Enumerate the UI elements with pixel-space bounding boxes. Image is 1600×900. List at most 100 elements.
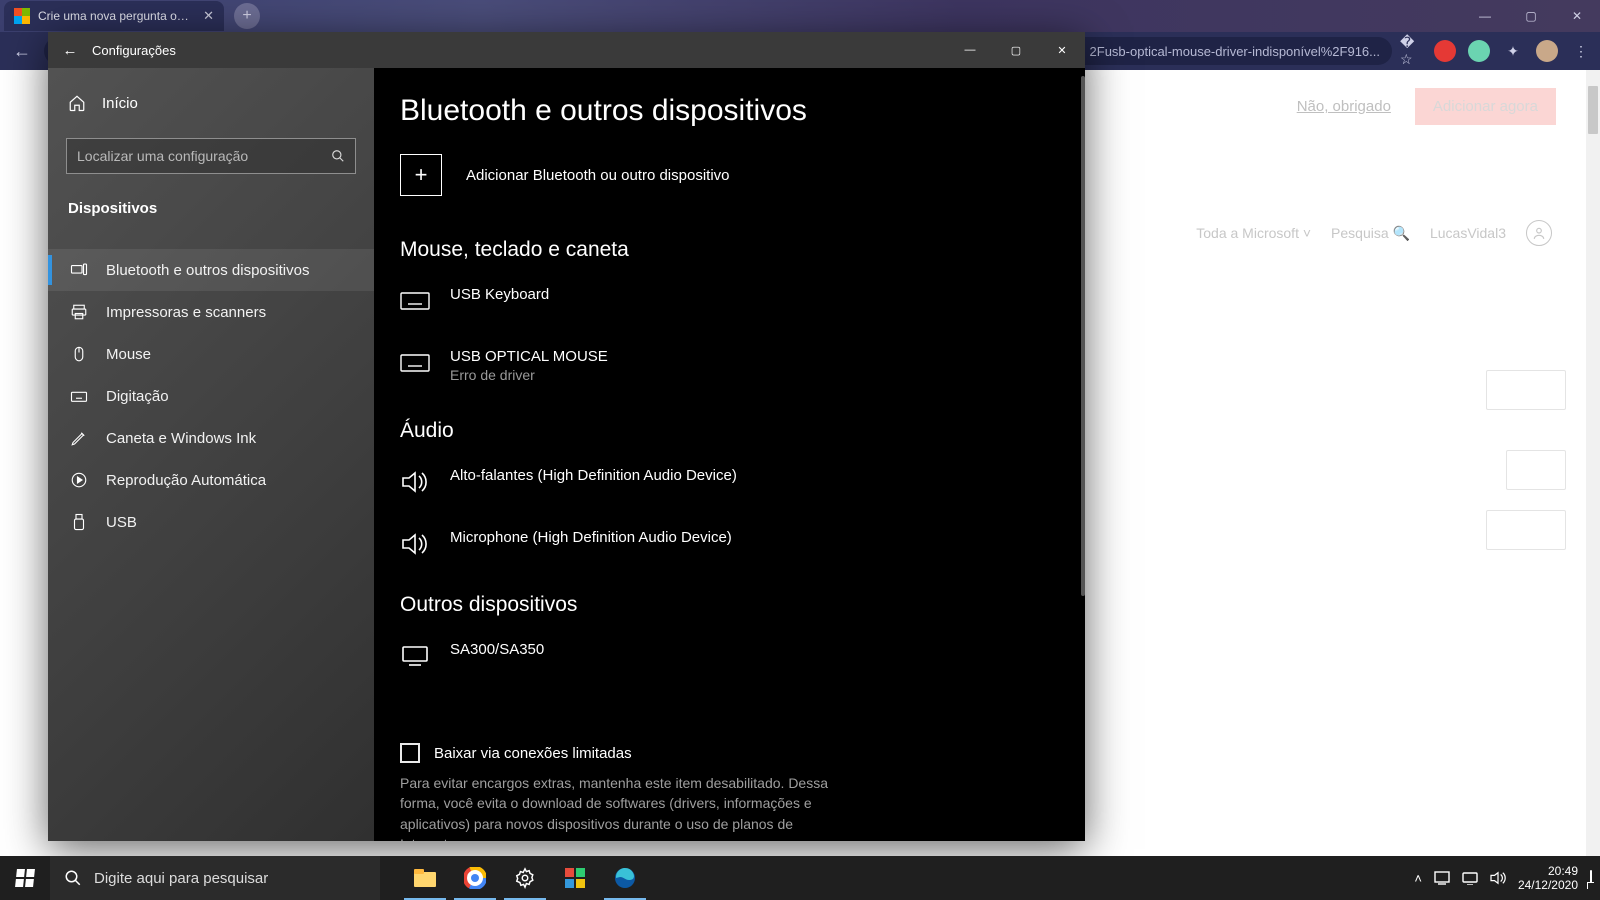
section-input-title: Mouse, teclado e caneta bbox=[400, 238, 1057, 262]
taskbar-apps bbox=[400, 856, 650, 900]
taskbar-app-settings[interactable] bbox=[500, 856, 550, 900]
keyboard-device-icon bbox=[400, 350, 430, 376]
settings-close-button[interactable]: ✕ bbox=[1039, 32, 1085, 68]
extensions-puzzle-icon[interactable]: ✦ bbox=[1502, 40, 1524, 62]
ms-all-dropdown[interactable]: Toda a Microsoft ˅ bbox=[1196, 225, 1311, 241]
browser-minimize-button[interactable]: — bbox=[1462, 0, 1508, 32]
browser-back-button[interactable]: ← bbox=[8, 41, 36, 62]
device-item-monitor[interactable]: SA300/SA350 bbox=[400, 631, 1057, 693]
sidebar-item-label: Mouse bbox=[106, 346, 151, 363]
browser-tab-active[interactable]: Crie uma nova pergunta ou inicia ✕ bbox=[4, 1, 224, 31]
banner-cta-button[interactable]: Adicionar agora bbox=[1415, 88, 1556, 125]
page-ghost-field-1 bbox=[1486, 370, 1566, 410]
taskbar-app-edge[interactable] bbox=[600, 856, 650, 900]
banner-dismiss-link[interactable]: Não, obrigado bbox=[1297, 98, 1391, 115]
tray-chevron-up-icon[interactable]: ˄ bbox=[1414, 871, 1422, 886]
user-avatar-icon[interactable] bbox=[1526, 220, 1552, 246]
browser-tabstrip: Crie uma nova pergunta ou inicia ✕ + — ▢… bbox=[0, 0, 1600, 32]
taskbar-search-placeholder: Digite aqui para pesquisar bbox=[94, 870, 268, 887]
taskbar-app-generic[interactable] bbox=[550, 856, 600, 900]
taskbar-app-chrome[interactable] bbox=[450, 856, 500, 900]
sidebar-item-pen[interactable]: Caneta e Windows Ink bbox=[48, 417, 374, 459]
device-item-mouse[interactable]: USB OPTICAL MOUSE Erro de driver bbox=[400, 338, 1057, 407]
tray-date: 24/12/2020 bbox=[1518, 878, 1578, 892]
section-audio-title: Áudio bbox=[400, 419, 1057, 443]
gear-icon bbox=[514, 867, 536, 889]
device-item-keyboard[interactable]: USB Keyboard bbox=[400, 276, 1057, 338]
sidebar-item-label: Bluetooth e outros dispositivos bbox=[106, 262, 309, 279]
tab-close-icon[interactable]: ✕ bbox=[203, 8, 214, 24]
checkbox-label: Baixar via conexões limitadas bbox=[434, 745, 632, 762]
add-device-button[interactable]: + Adicionar Bluetooth ou outro dispositi… bbox=[400, 154, 1057, 196]
browser-menu-icon[interactable]: ⋮ bbox=[1570, 40, 1592, 62]
tray-notifications-icon[interactable] bbox=[1590, 871, 1592, 886]
taskbar-app-explorer[interactable] bbox=[400, 856, 450, 900]
taskbar: Digite aqui para pesquisar ˄ 20:49 bbox=[0, 856, 1600, 900]
extension-icon-2[interactable] bbox=[1468, 40, 1490, 62]
device-status: Erro de driver bbox=[450, 367, 608, 383]
sidebar-category-label: Dispositivos bbox=[48, 190, 374, 227]
tray-clock[interactable]: 20:49 24/12/2020 bbox=[1518, 864, 1578, 893]
toolbar-icons: � ☆ ✦ ⋮ bbox=[1400, 40, 1592, 62]
add-device-label: Adicionar Bluetooth ou outro dispositivo bbox=[466, 167, 730, 184]
section-other-title: Outros dispositivos bbox=[400, 593, 1057, 617]
browser-close-button[interactable]: ✕ bbox=[1554, 0, 1600, 32]
sidebar-item-printers[interactable]: Impressoras e scanners bbox=[48, 291, 374, 333]
content-scrollbar[interactable] bbox=[1081, 76, 1085, 596]
taskbar-search[interactable]: Digite aqui para pesquisar bbox=[50, 856, 380, 900]
device-name: Microphone (High Definition Audio Device… bbox=[450, 529, 732, 546]
tray-time: 20:49 bbox=[1518, 864, 1578, 878]
extension-icon-1[interactable] bbox=[1434, 40, 1456, 62]
keyboard-icon bbox=[70, 387, 88, 405]
sidebar-item-label: Caneta e Windows Ink bbox=[106, 430, 256, 447]
browser-window-controls: — ▢ ✕ bbox=[1462, 0, 1600, 32]
sidebar-item-bluetooth[interactable]: Bluetooth e outros dispositivos bbox=[48, 249, 374, 291]
sidebar-item-usb[interactable]: USB bbox=[48, 501, 374, 543]
printer-icon bbox=[70, 303, 88, 321]
scrollbar-thumb[interactable] bbox=[1588, 86, 1598, 134]
new-tab-button[interactable]: + bbox=[234, 3, 260, 29]
edge-icon bbox=[614, 867, 636, 889]
settings-back-button[interactable]: ← bbox=[48, 42, 92, 59]
device-name: SA300/SA350 bbox=[450, 641, 544, 658]
search-icon bbox=[64, 869, 82, 887]
settings-search[interactable] bbox=[66, 138, 356, 174]
sidebar-home-label: Início bbox=[102, 95, 138, 112]
settings-search-input[interactable] bbox=[77, 148, 331, 164]
tray-volume-icon[interactable] bbox=[1490, 871, 1506, 885]
metered-download-checkbox[interactable]: Baixar via conexões limitadas bbox=[400, 743, 1057, 763]
settings-maximize-button[interactable]: ▢ bbox=[993, 32, 1039, 68]
ms-favicon bbox=[14, 8, 30, 24]
chrome-icon bbox=[464, 867, 486, 889]
tray-network-icon[interactable] bbox=[1462, 871, 1478, 885]
sidebar-item-mouse[interactable]: Mouse bbox=[48, 333, 374, 375]
sidebar-home[interactable]: Início bbox=[48, 82, 374, 124]
sidebar-item-label: Impressoras e scanners bbox=[106, 304, 266, 321]
pen-icon bbox=[70, 429, 88, 447]
devices-icon bbox=[70, 261, 88, 279]
sidebar-item-autoplay[interactable]: Reprodução Automática bbox=[48, 459, 374, 501]
address-bar-text: 2Fusb-optical-mouse-driver-indisponível%… bbox=[1090, 44, 1380, 59]
speaker-icon bbox=[400, 531, 430, 557]
ms-search[interactable]: Pesquisa 🔍 bbox=[1331, 225, 1410, 242]
sidebar-item-typing[interactable]: Digitação bbox=[48, 375, 374, 417]
profile-avatar-icon[interactable] bbox=[1536, 40, 1558, 62]
settings-content: Bluetooth e outros dispositivos + Adicio… bbox=[374, 68, 1085, 841]
device-item-speakers[interactable]: Alto-falantes (High Definition Audio Dev… bbox=[400, 457, 1057, 519]
settings-sidebar: Início Dispositivos Bluetooth e outros d… bbox=[48, 68, 374, 841]
start-button[interactable] bbox=[0, 856, 50, 900]
page-ghost-field-3 bbox=[1486, 510, 1566, 550]
device-name: Alto-falantes (High Definition Audio Dev… bbox=[450, 467, 737, 484]
settings-minimize-button[interactable]: — bbox=[947, 32, 993, 68]
tray-input-icon[interactable] bbox=[1434, 871, 1450, 885]
monitor-icon bbox=[400, 643, 430, 669]
device-item-microphone[interactable]: Microphone (High Definition Audio Device… bbox=[400, 519, 1057, 581]
browser-scrollbar[interactable] bbox=[1586, 70, 1600, 878]
device-name: USB Keyboard bbox=[450, 286, 549, 303]
ms-username: LucasVidal3 bbox=[1430, 225, 1506, 241]
browser-maximize-button[interactable]: ▢ bbox=[1508, 0, 1554, 32]
device-name: USB OPTICAL MOUSE bbox=[450, 348, 608, 365]
home-icon bbox=[68, 94, 86, 112]
bookmark-star-icon[interactable]: � ☆ bbox=[1400, 40, 1422, 62]
file-explorer-icon bbox=[413, 868, 437, 888]
